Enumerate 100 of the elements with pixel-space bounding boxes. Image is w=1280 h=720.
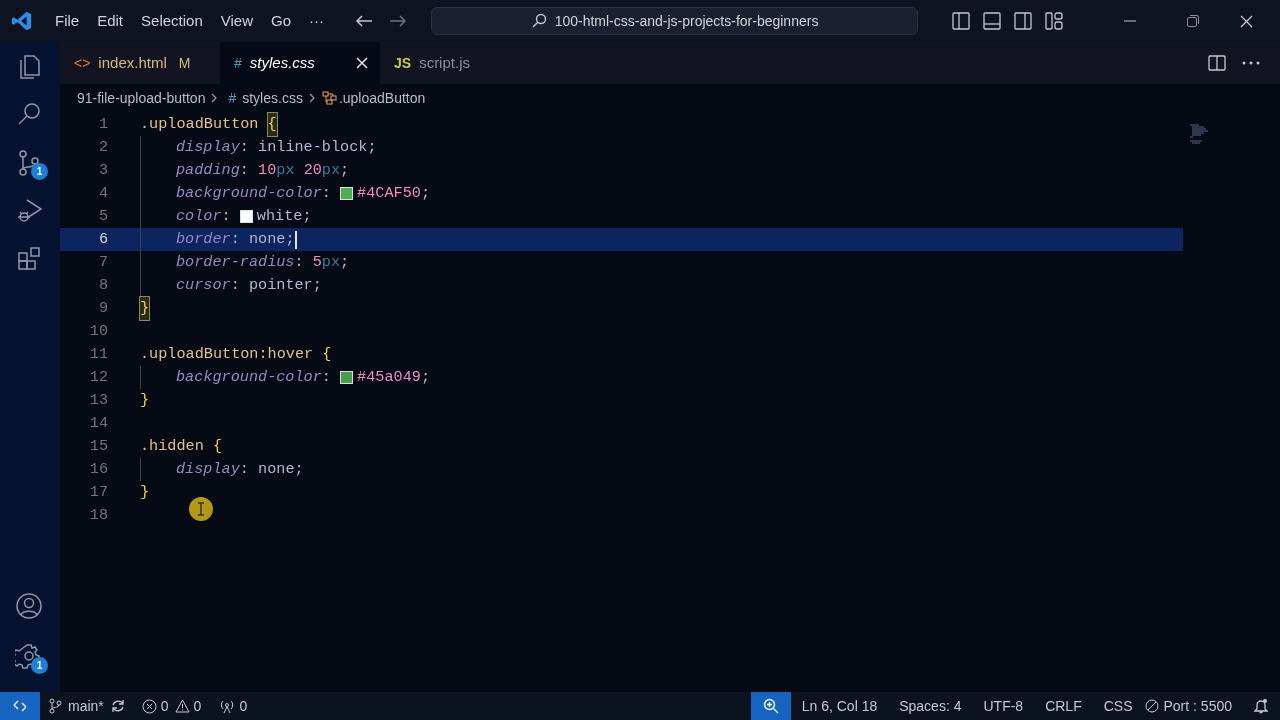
- notification-badge: 1: [31, 163, 48, 180]
- file-type-icon: #: [228, 87, 237, 109]
- code-token: #45a049: [357, 367, 421, 389]
- line-number: 11: [88, 344, 108, 366]
- line-number: 14: [88, 413, 108, 435]
- code-token: ;: [340, 160, 350, 182]
- breadcrumb-item[interactable]: .uploadButton: [338, 87, 426, 109]
- code-token: :: [221, 206, 232, 228]
- minimap-drawing: [1189, 124, 1211, 144]
- cursor-icon: [188, 496, 214, 522]
- close-tab-icon[interactable]: [356, 57, 368, 69]
- code-token: :: [294, 252, 305, 274]
- code-token: pointer: [248, 275, 313, 297]
- code-token: ;: [294, 459, 304, 481]
- search-icon: [530, 13, 547, 29]
- panel-toggle-icon[interactable]: [983, 12, 1001, 30]
- menu-item[interactable]: View: [213, 9, 260, 33]
- bell-icon[interactable]: [1254, 698, 1268, 714]
- zoom-button[interactable]: [750, 692, 791, 720]
- code-token: 10: [258, 160, 277, 182]
- code-token: color: [176, 206, 222, 228]
- code-token: px: [321, 160, 341, 182]
- code-token: display: [176, 459, 240, 481]
- line-number: 13: [88, 390, 108, 412]
- modified-indicator: M: [178, 53, 191, 73]
- code-token: :: [321, 367, 332, 389]
- layout-icon[interactable]: [1045, 12, 1063, 30]
- code-token: px: [276, 160, 296, 182]
- breadcrumb-item[interactable]: styles.css: [242, 87, 303, 109]
- line-number: 18: [88, 505, 108, 527]
- color-swatch[interactable]: [340, 371, 354, 384]
- bracket: }: [140, 390, 150, 412]
- editor-tab[interactable]: # styles.css: [220, 42, 380, 84]
- line-number: 16: [88, 459, 108, 481]
- extensions-icon[interactable]: [15, 244, 43, 272]
- code-token: :: [239, 459, 250, 481]
- back-arrow-icon[interactable]: [355, 14, 373, 28]
- line-number: 17: [88, 482, 108, 504]
- warning-count[interactable]: 0: [193, 695, 202, 717]
- code-token: 20: [303, 160, 322, 182]
- close-icon[interactable]: [1239, 14, 1253, 28]
- line-number: 8: [97, 275, 108, 297]
- code-token: ;: [340, 252, 350, 274]
- tab-label: script.js: [419, 52, 470, 73]
- branch-icon: [48, 698, 62, 714]
- port-count[interactable]: 0: [239, 695, 248, 717]
- menu-item[interactable]: Edit: [90, 9, 131, 33]
- tab-label: styles.css: [249, 52, 315, 73]
- symbol-icon: [321, 91, 338, 105]
- restore-icon[interactable]: [1187, 15, 1199, 27]
- bracket: }: [140, 482, 150, 504]
- search-field[interactable]: 100-html-css-and-js-projects-for-beginners: [431, 7, 918, 35]
- line-number: 2: [97, 137, 108, 159]
- split-editor-icon[interactable]: [1208, 55, 1226, 71]
- gear-icon[interactable]: [15, 642, 43, 670]
- code-token: cursor: [176, 275, 231, 297]
- run-debug-icon[interactable]: [15, 196, 43, 224]
- cursor-position[interactable]: Ln 6, Col 18: [801, 695, 878, 717]
- menu-item[interactable]: ···: [302, 9, 331, 33]
- live-server-port[interactable]: Port : 5500: [1163, 695, 1232, 717]
- chevron-right-icon: [211, 93, 219, 103]
- more-actions-icon[interactable]: [1242, 61, 1260, 65]
- primary-sidebar-toggle-icon[interactable]: [952, 12, 970, 30]
- code-token: white: [256, 206, 303, 228]
- encoding[interactable]: UTF-8: [983, 695, 1024, 717]
- error-count[interactable]: 0: [160, 695, 169, 717]
- breadcrumb-item[interactable]: 91-file-upload-button: [77, 87, 206, 109]
- forward-arrow-icon[interactable]: [389, 14, 407, 28]
- code-token: background-color: [176, 367, 322, 389]
- line-number: 12: [88, 367, 108, 389]
- file-type-icon: <>: [74, 52, 91, 74]
- menu-item[interactable]: Go: [264, 9, 298, 33]
- line-number: 15: [88, 436, 108, 458]
- code-token: border-radius: [176, 252, 295, 274]
- bracket: {: [322, 344, 332, 366]
- code-token: :: [239, 160, 250, 182]
- color-swatch[interactable]: [239, 210, 253, 223]
- no-entry-icon: [1144, 699, 1159, 713]
- code-token: .hidden: [140, 436, 205, 458]
- language-mode[interactable]: CSS: [1103, 695, 1133, 717]
- color-swatch[interactable]: [340, 187, 354, 200]
- file-type-icon: JS: [394, 52, 412, 74]
- zoom-in-icon: [762, 698, 779, 714]
- indentation[interactable]: Spaces: 4: [899, 695, 962, 717]
- code-token: ;: [420, 367, 430, 389]
- menu-item[interactable]: File: [48, 9, 87, 33]
- line-number: 1: [97, 114, 108, 136]
- account-icon[interactable]: [15, 592, 43, 620]
- secondary-sidebar-toggle-icon[interactable]: [1014, 12, 1032, 30]
- line-ending[interactable]: CRLF: [1045, 695, 1082, 717]
- line-number: 6: [97, 229, 108, 251]
- code-token: ;: [285, 229, 295, 251]
- error-icon: [141, 698, 157, 714]
- chevron-right-icon: [308, 93, 316, 103]
- sync-icon[interactable]: [109, 698, 126, 714]
- branch-name[interactable]: main*: [68, 695, 104, 717]
- code-token: none: [248, 229, 286, 251]
- file-type-icon: #: [234, 52, 242, 74]
- code-token: :: [321, 183, 332, 205]
- menu-item[interactable]: Selection: [134, 9, 210, 33]
